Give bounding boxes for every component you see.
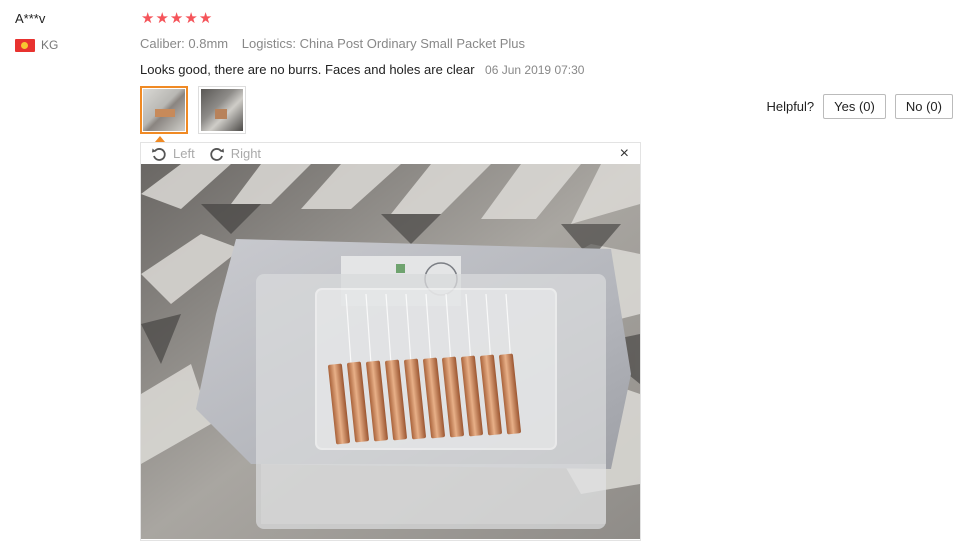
helpful-yes-button[interactable]: Yes (0) (823, 94, 886, 119)
review-thumbnail-1[interactable] (140, 86, 188, 134)
rotate-right-label: Right (230, 146, 262, 161)
logistics-attribute: Logistics: China Post Ordinary Small Pac… (241, 36, 525, 51)
helpful-vote: Helpful? Yes (0) No (0) (766, 94, 953, 119)
rotate-left-label: Left (173, 146, 195, 161)
star-icon: ★ (169, 10, 184, 27)
review-thumbnail-2[interactable] (198, 86, 246, 134)
star-icon: ★ (198, 10, 213, 27)
star-rating: ★ ★ ★ ★ ★ (141, 10, 212, 28)
review-text: Looks good, there are no burrs. Faces an… (140, 62, 475, 77)
review-photo (141, 164, 640, 539)
helpful-label: Helpful? (766, 99, 815, 114)
review-thumbnails (140, 86, 246, 134)
thumbnail-image (201, 89, 243, 131)
thumbnail-image (143, 89, 185, 131)
close-viewer-button[interactable]: × (620, 145, 629, 163)
reviewer-country: KG (15, 38, 58, 52)
kyrgyzstan-flag-icon (15, 38, 35, 52)
order-attributes: Caliber: 0.8mm Logistics: China Post Ord… (140, 36, 525, 51)
helpful-no-button[interactable]: No (0) (894, 94, 953, 119)
rotate-left-button[interactable]: Left (151, 146, 195, 162)
star-icon: ★ (184, 10, 198, 27)
star-icon: ★ (155, 10, 169, 27)
image-viewer-toolbar: Left Right × (141, 143, 640, 164)
caliber-attribute: Caliber: 0.8mm (140, 36, 229, 51)
review-date: 06 Jun 2019 07:30 (485, 63, 585, 77)
rotate-left-icon (152, 147, 166, 161)
review-content: Looks good, there are no burrs. Faces an… (140, 61, 584, 79)
rotate-right-button[interactable]: Right (209, 146, 261, 162)
reviewer-name: A***v (15, 11, 46, 26)
country-code: KG (41, 38, 59, 52)
review-photo-image (141, 164, 640, 539)
rotate-right-icon (210, 147, 224, 161)
image-viewer: Left Right × (140, 142, 641, 541)
star-icon: ★ (141, 10, 155, 27)
